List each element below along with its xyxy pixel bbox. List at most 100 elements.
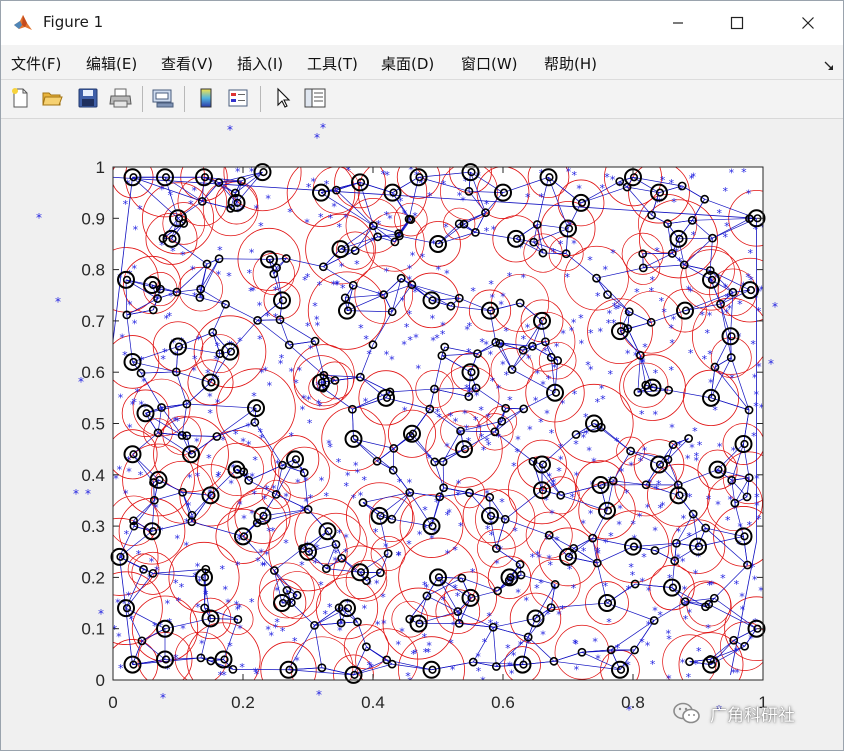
insert-legend-button[interactable] <box>225 85 251 111</box>
sensor-point: * <box>55 295 61 309</box>
sensor-point: * <box>351 492 357 505</box>
sensor-point: * <box>595 653 601 666</box>
sensor-point: * <box>289 430 295 443</box>
sensor-point: * <box>175 415 181 428</box>
sensor-point: * <box>118 662 124 675</box>
sensor-point: * <box>227 123 233 137</box>
sensor-point: * <box>444 440 450 453</box>
sensor-point: * <box>207 390 213 403</box>
sensor-point: * <box>576 183 582 196</box>
sensor-point: * <box>332 554 338 567</box>
figure-window: Figure 1 文件(F) 编辑(E) 查看(V) 插入(I) 工具(T) 桌… <box>0 0 844 751</box>
y-tick-label: 0.2 <box>81 568 105 587</box>
sensor-point: * <box>445 548 451 561</box>
sensor-point: * <box>741 166 747 179</box>
sensor-point: * <box>455 489 461 502</box>
sensor-point: * <box>316 688 322 702</box>
sensor-point: * <box>759 401 765 414</box>
sensor-point: * <box>645 502 651 515</box>
minimize-button[interactable] <box>655 1 701 45</box>
menu-file[interactable]: 文件(F) <box>11 53 61 74</box>
sensor-point: * <box>337 527 343 540</box>
sensor-point: * <box>759 284 765 297</box>
sensor-point: * <box>515 587 521 600</box>
menu-help[interactable]: 帮助(H) <box>544 53 597 74</box>
sensor-point: * <box>588 364 594 377</box>
sensor-point: * <box>688 347 694 360</box>
sensor-point: * <box>265 624 271 637</box>
sensor-point: * <box>167 189 173 202</box>
menu-desktop[interactable]: 桌面(D) <box>381 53 434 74</box>
menu-tools[interactable]: 工具(T) <box>307 53 358 74</box>
edit-plot-arrow-button[interactable] <box>270 85 296 111</box>
sensor-point: * <box>591 456 597 469</box>
menu-insert[interactable]: 插入(I) <box>237 53 283 74</box>
sensor-point: * <box>686 671 692 684</box>
sensor-point: * <box>247 267 253 280</box>
sensor-point: * <box>494 558 500 571</box>
sensor-point: * <box>550 480 556 493</box>
new-figure-button[interactable] <box>7 85 33 111</box>
insert-colorbar-button[interactable] <box>193 85 219 111</box>
sensor-point: * <box>195 333 201 346</box>
sensor-point: * <box>160 691 166 705</box>
sensor-point: * <box>616 302 622 315</box>
sensor-point: * <box>236 601 242 614</box>
sensor-point: * <box>669 421 675 434</box>
sensor-point: * <box>260 559 266 572</box>
sensor-point: * <box>727 302 733 315</box>
sensor-point: * <box>315 320 321 333</box>
sensor-point: * <box>422 579 428 592</box>
maximize-button[interactable] <box>714 1 760 45</box>
sensor-point: * <box>680 656 686 669</box>
sensor-point: * <box>283 537 289 550</box>
sensor-point: * <box>470 566 476 579</box>
sensor-point: * <box>250 284 256 297</box>
sensor-point: * <box>354 258 360 271</box>
sensor-point: * <box>326 437 332 450</box>
dock-arrow-icon[interactable] <box>823 57 835 76</box>
toolbar-separator <box>142 86 143 112</box>
maximize-icon <box>730 16 744 30</box>
print-button[interactable] <box>108 85 134 111</box>
sensor-point: * <box>205 367 211 380</box>
menu-view[interactable]: 查看(V) <box>161 53 213 74</box>
sensor-point: * <box>573 438 579 451</box>
sensor-point: * <box>453 416 459 429</box>
menu-window[interactable]: 窗口(W) <box>461 53 518 74</box>
sensor-point: * <box>514 446 520 459</box>
sensor-point: * <box>540 628 546 641</box>
sensor-point: * <box>752 371 758 384</box>
sensor-point: * <box>699 309 705 322</box>
menu-edit[interactable]: 编辑(E) <box>86 53 137 74</box>
sensor-point: * <box>389 353 395 366</box>
sensor-point: * <box>756 305 762 318</box>
sensor-point: * <box>639 408 645 421</box>
sensor-point: * <box>304 217 310 230</box>
sensor-point: * <box>709 578 715 591</box>
sensor-point: * <box>123 198 129 211</box>
save-button[interactable] <box>75 85 101 111</box>
sensor-point: * <box>452 544 458 557</box>
sensor-point: * <box>252 454 258 467</box>
property-inspector-button[interactable] <box>302 85 328 111</box>
sensor-point: * <box>134 386 140 399</box>
open-file-button[interactable] <box>39 85 65 111</box>
sensor-point: * <box>361 474 367 487</box>
figure-canvas[interactable]: * * * * * * * * * * * * * * * * * * * * * * * * * * * * * * * * * * * * * * *… <box>1 119 843 750</box>
sensor-point: * <box>639 636 645 649</box>
sensor-point: * <box>319 475 325 488</box>
link-plot-button[interactable] <box>150 85 176 111</box>
sensor-point: * <box>132 317 138 330</box>
sensor-point: * <box>717 440 723 453</box>
sensor-point: * <box>440 319 446 332</box>
sensor-point: * <box>435 263 441 276</box>
sensor-point: * <box>588 327 594 340</box>
close-button[interactable] <box>785 1 831 45</box>
sensor-point: * <box>443 221 449 234</box>
title-bar[interactable]: Figure 1 <box>1 1 843 45</box>
sensor-point: * <box>691 229 697 242</box>
sensor-point: * <box>638 455 644 468</box>
sensor-point: * <box>237 335 243 348</box>
sensor-point: * <box>524 595 530 608</box>
